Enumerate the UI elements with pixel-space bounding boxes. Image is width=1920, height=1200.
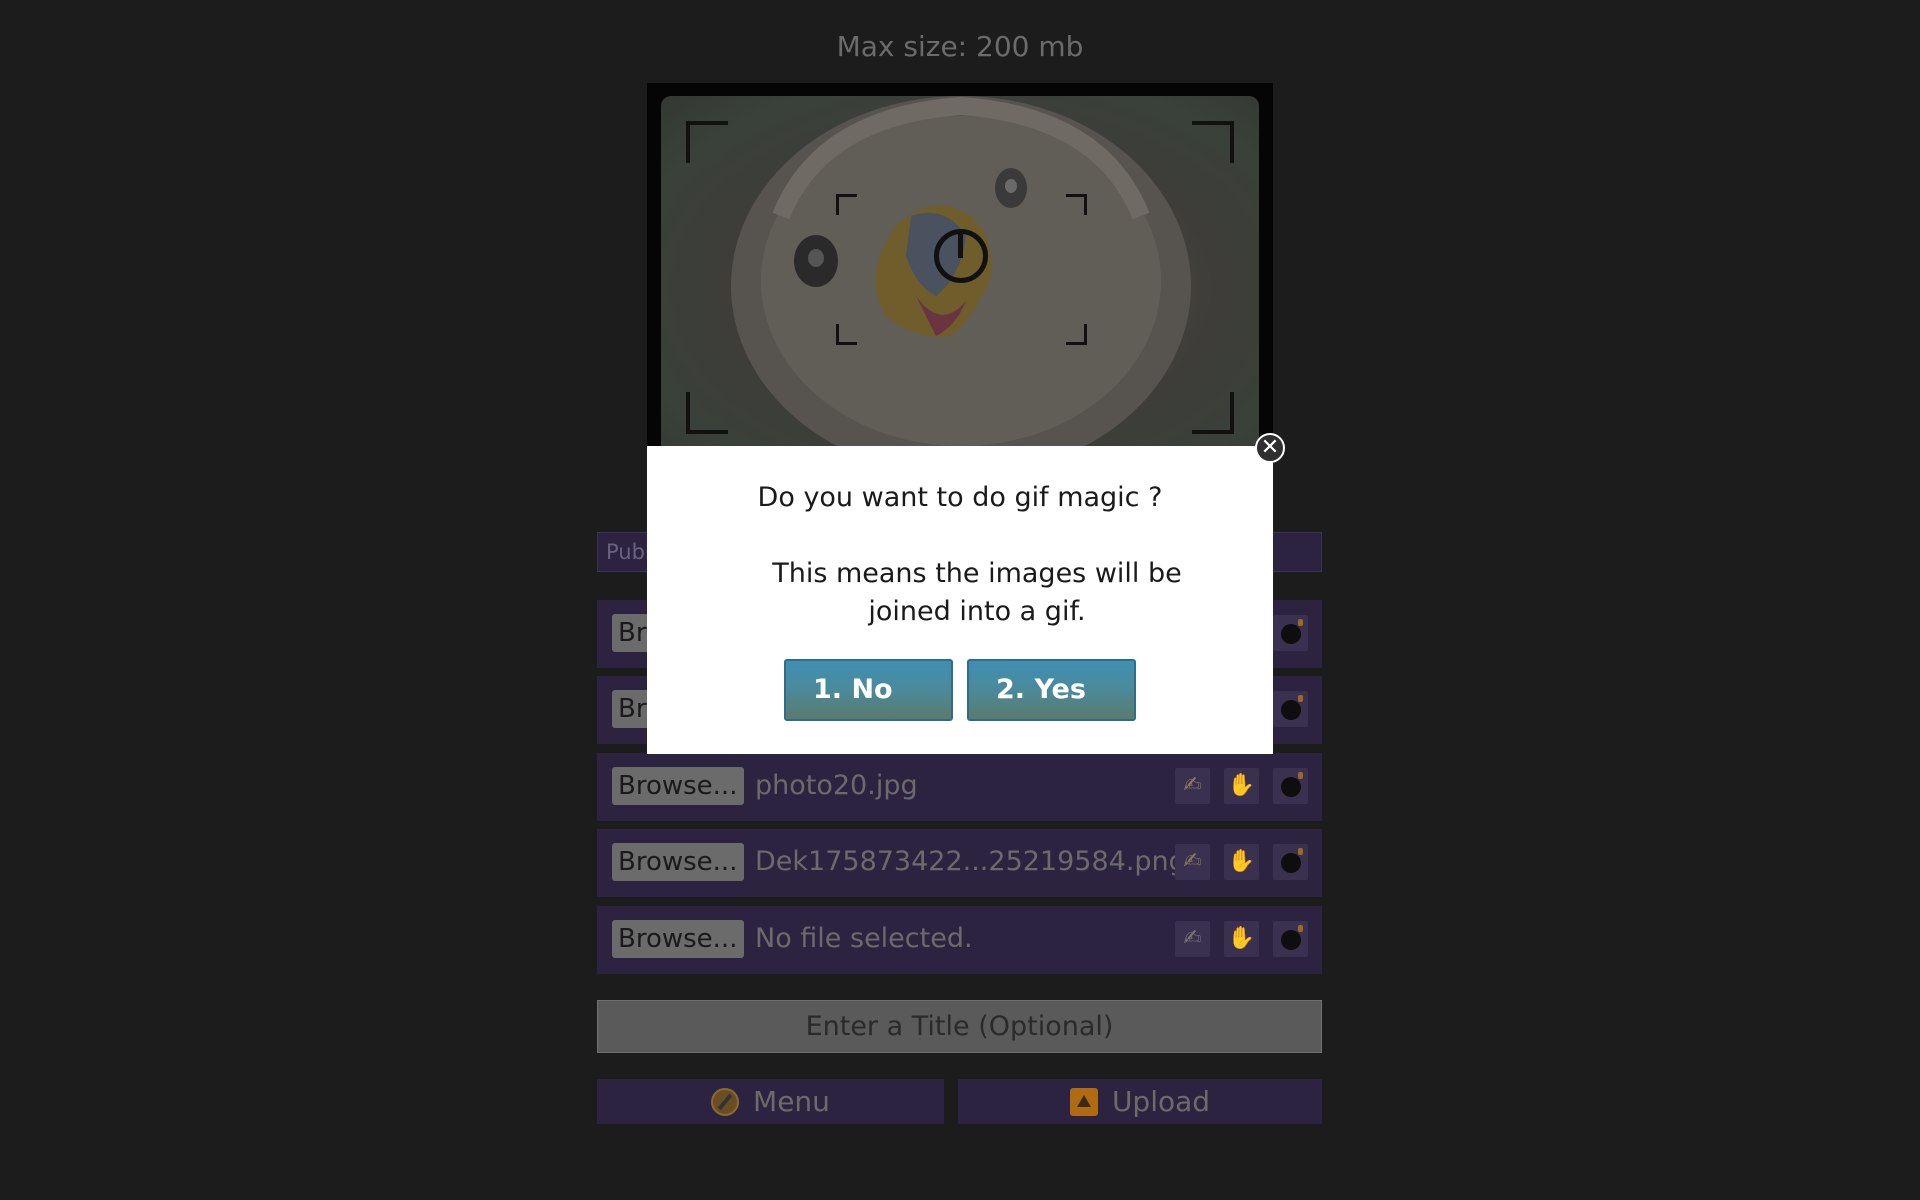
bomb-icon: [1280, 695, 1303, 720]
hand-icon: ✋: [1227, 849, 1256, 874]
delete-button[interactable]: [1273, 921, 1308, 957]
focus-point-icon: [934, 229, 988, 283]
compass-icon: [711, 1088, 740, 1116]
hand-button[interactable]: ✋: [1224, 768, 1259, 804]
menu-label: Menu: [753, 1085, 830, 1118]
bomb-icon: [1280, 619, 1303, 644]
upload-button[interactable]: Upload: [958, 1079, 1322, 1124]
dialog-info: This means the images will be joined int…: [772, 558, 1182, 627]
browse-button[interactable]: Browse...: [612, 767, 744, 805]
delete-button[interactable]: [1273, 844, 1308, 880]
file-name: No file selected.: [755, 923, 973, 954]
file-name: Dek175873422...25219584.png: [755, 846, 1186, 877]
gif-magic-dialog: Do you want to do gif magic ? This means…: [647, 446, 1273, 754]
delete-button[interactable]: [1273, 691, 1308, 727]
hand-icon: ✋: [1227, 926, 1256, 951]
corner-top-left: [686, 121, 728, 163]
delete-button[interactable]: [1273, 768, 1308, 804]
upload-icon: [1069, 1088, 1098, 1116]
corner-bottom-right: [1192, 392, 1234, 434]
max-size-label: Max size: 200 mb: [836, 30, 1084, 63]
pencil-icon: ✍: [1183, 773, 1202, 798]
dialog-question: Do you want to do gif magic ?: [757, 482, 1163, 513]
pencil-icon: ✍: [1183, 849, 1202, 874]
bomb-icon: [1280, 925, 1303, 950]
focus-corner-top-left: [836, 194, 857, 215]
corner-top-right: [1192, 121, 1234, 163]
yes-button[interactable]: 2. Yes: [967, 659, 1136, 721]
focus-corner-bottom-right: [1066, 324, 1087, 345]
file-row: Browse... Dek175873422...25219584.png ✍ …: [597, 829, 1322, 897]
preview-photo: [661, 96, 1259, 446]
focus-corner-bottom-left: [836, 324, 857, 345]
hand-icon: ✋: [1227, 773, 1256, 798]
no-button[interactable]: 1. No: [784, 659, 953, 721]
file-row: Browse... photo20.jpg ✍ ✋: [597, 753, 1322, 821]
browse-button[interactable]: Browse...: [612, 920, 744, 958]
menu-button[interactable]: Menu: [597, 1079, 944, 1124]
upload-label: Upload: [1111, 1085, 1211, 1118]
hand-button[interactable]: ✋: [1224, 844, 1259, 880]
edit-button[interactable]: ✍: [1175, 921, 1210, 957]
file-name: photo20.jpg: [755, 770, 918, 801]
edit-button[interactable]: ✍: [1175, 844, 1210, 880]
image-preview: [647, 83, 1273, 446]
pencil-icon: ✍: [1183, 926, 1202, 951]
edit-button[interactable]: ✍: [1175, 768, 1210, 804]
focus-corner-top-right: [1066, 194, 1087, 215]
browse-button[interactable]: Browse...: [612, 843, 744, 881]
bomb-icon: [1280, 772, 1303, 797]
bomb-icon: [1280, 848, 1303, 873]
corner-bottom-left: [686, 392, 728, 434]
title-input[interactable]: Enter a Title (Optional): [597, 1000, 1322, 1053]
hand-button[interactable]: ✋: [1224, 921, 1259, 957]
delete-button[interactable]: [1273, 615, 1308, 651]
close-icon[interactable]: ✕: [1255, 433, 1285, 463]
file-row: Browse... No file selected. ✍ ✋: [597, 906, 1322, 974]
